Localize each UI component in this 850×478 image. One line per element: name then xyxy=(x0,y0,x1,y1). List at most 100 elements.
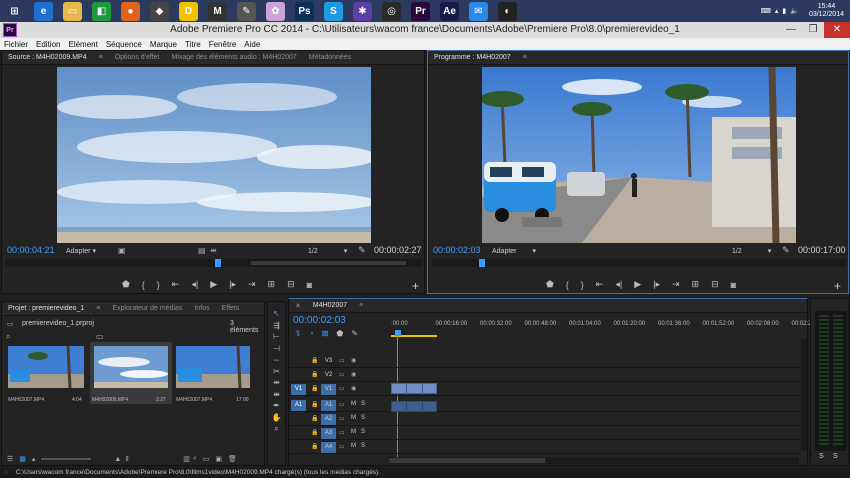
go-to-out-icon[interactable]: ⇥ xyxy=(248,279,256,290)
video-track-label[interactable]: V1 xyxy=(321,384,336,395)
rolling-edit-tool-icon[interactable]: ⊣ xyxy=(273,343,280,355)
close-icon[interactable]: ✕ xyxy=(824,22,850,38)
source-patch-video[interactable]: V1 xyxy=(291,384,306,395)
source-time-ruler[interactable] xyxy=(6,259,422,267)
go-to-out-icon[interactable]: ⇥ xyxy=(672,279,680,290)
add-marker-icon[interactable]: ⬟ xyxy=(336,329,343,339)
audio-track-label[interactable]: A1 xyxy=(321,400,336,411)
keyboard-icon[interactable]: ⌨ xyxy=(761,7,771,15)
lock-icon[interactable]: 🔒 xyxy=(311,443,318,450)
thumbnail-zoom-slider[interactable] xyxy=(41,458,92,460)
slide-tool-icon[interactable]: ⇼ xyxy=(273,389,280,401)
start-icon[interactable]: ⊞ xyxy=(5,1,24,21)
lock-icon[interactable]: 🔒 xyxy=(311,357,318,364)
camera-icon[interactable]: ◙ xyxy=(307,280,312,290)
step-forward-icon[interactable]: |▸ xyxy=(229,279,236,290)
ripple-edit-tool-icon[interactable]: ⊢ xyxy=(273,331,280,343)
source-tabs-tab-1[interactable]: Options d'effet xyxy=(109,54,166,61)
panel-menu-icon[interactable]: ≡ xyxy=(90,305,106,312)
clip-thumbnail-3[interactable] xyxy=(176,345,252,402)
video-track-label[interactable]: V2 xyxy=(321,370,336,381)
find-icon[interactable]: ⌕ xyxy=(193,455,197,463)
linked-selection-icon[interactable]: ⊠ xyxy=(322,329,329,339)
project-tabs-tab-0[interactable]: Projet : premierevideo_1 xyxy=(2,305,90,312)
mute-button[interactable]: M xyxy=(351,401,356,407)
firefox-icon[interactable]: ● xyxy=(121,1,140,21)
mail-icon[interactable]: ✉ xyxy=(469,1,488,21)
lock-icon[interactable]: 🔒 xyxy=(311,371,318,378)
photoshop-icon[interactable]: Ps xyxy=(295,1,314,21)
add-marker-icon[interactable]: ⬟ xyxy=(122,279,130,290)
clock[interactable]: 15:44 03/12/2014 xyxy=(809,3,844,19)
sort-icon[interactable]: ⇕ xyxy=(124,455,130,463)
audio-track-label[interactable]: A2 xyxy=(321,414,336,425)
pen-icon[interactable]: ✎ xyxy=(237,1,256,21)
tray-expand-icon[interactable]: ▴ xyxy=(775,7,779,15)
timeline-tab-close-icon[interactable]: ✕ xyxy=(289,302,307,310)
timeline-settings-icon[interactable]: ✎ xyxy=(351,329,358,339)
track-select-tool-icon[interactable]: ⇶ xyxy=(273,320,280,332)
aftereffects-icon[interactable]: Ae xyxy=(440,1,459,21)
icon-view-icon[interactable]: ▦ xyxy=(19,455,26,463)
panel-menu-icon[interactable]: ≡ xyxy=(517,54,533,61)
program-wrench-icon[interactable]: ✎ xyxy=(782,245,790,256)
sticky-icon[interactable]: D xyxy=(179,1,198,21)
minimize-icon[interactable]: — xyxy=(780,22,802,38)
camera-icon[interactable]: ◙ xyxy=(731,280,736,290)
eye-icon[interactable]: ◉ xyxy=(351,385,356,392)
source-export-frame-icon[interactable]: ▤ xyxy=(198,246,206,255)
step-back-icon[interactable]: ◂| xyxy=(191,279,198,290)
zoom-tool-icon[interactable]: ⌕ xyxy=(274,423,278,435)
solo-button[interactable]: S xyxy=(361,415,365,421)
list-view-icon[interactable]: ☰ xyxy=(7,455,13,463)
timeline-playhead-handle[interactable] xyxy=(395,330,401,336)
mark-in-icon[interactable]: { xyxy=(142,280,145,290)
play-icon[interactable]: ▶ xyxy=(634,279,641,290)
selection-tool-icon[interactable]: ↖ xyxy=(273,308,280,320)
source-tabs-tab-2[interactable]: Mixage des éléments audio : M4H02007 xyxy=(166,54,303,61)
project-tabs-tab-1[interactable]: Explorateur de médias xyxy=(106,305,188,312)
go-to-in-icon[interactable]: ⇤ xyxy=(172,279,180,290)
menu-item-4[interactable]: Marque xyxy=(146,40,181,49)
wacom-icon[interactable]: ◆ xyxy=(150,1,169,21)
lift-icon[interactable]: ⊞ xyxy=(692,279,700,290)
source-current-timecode[interactable]: 00:00:04:21 xyxy=(7,245,55,255)
skype-icon[interactable]: S xyxy=(324,1,343,21)
bin-icon[interactable]: ▭ xyxy=(203,455,210,463)
lock-icon[interactable]: 🔒 xyxy=(311,429,318,436)
mute-button[interactable]: M xyxy=(351,415,356,421)
panel-menu-icon[interactable]: ≡ xyxy=(93,54,109,61)
meter-solo-right[interactable]: S xyxy=(833,453,838,460)
mark-out-icon[interactable]: } xyxy=(157,280,160,290)
slip-tool-icon[interactable]: ⇹ xyxy=(273,377,280,389)
insert-nest-icon[interactable]: ⥮ xyxy=(295,329,301,339)
timeline-vertical-scrollbar[interactable] xyxy=(801,339,807,451)
play-icon[interactable]: ▶ xyxy=(210,279,217,290)
sync-lock-icon[interactable]: ▭ xyxy=(339,415,345,422)
hand-tool-icon[interactable]: ✋ xyxy=(272,412,282,424)
source-wrench-icon[interactable]: ✎ xyxy=(358,245,366,256)
menu-item-6[interactable]: Fenêtre xyxy=(205,40,241,49)
source-tabs-tab-3[interactable]: Métadonnées xyxy=(303,54,357,61)
step-forward-icon[interactable]: |▸ xyxy=(653,279,660,290)
premiere-icon[interactable]: Pr xyxy=(411,1,430,21)
automate-icon[interactable]: ▥ xyxy=(183,455,190,463)
source-tabs-tab-0[interactable]: Source : M4H02009.MP4 xyxy=(2,54,93,61)
sync-lock-icon[interactable]: ▭ xyxy=(339,429,345,436)
snap-icon[interactable]: ◔ xyxy=(309,329,314,339)
menu-item-1[interactable]: Edition xyxy=(32,40,64,49)
video-track-label[interactable]: V3 xyxy=(321,356,336,367)
audio-track-label[interactable]: A4 xyxy=(321,442,336,453)
go-to-in-icon[interactable]: ⇤ xyxy=(596,279,604,290)
menu-item-5[interactable]: Titre xyxy=(181,40,205,49)
source-playhead[interactable] xyxy=(215,259,222,267)
volume-icon[interactable]: 🔈 xyxy=(790,7,799,15)
clip-thumbnail-2[interactable] xyxy=(90,342,172,404)
insert-icon[interactable]: ⊞ xyxy=(268,279,276,290)
menu-item-3[interactable]: Séquence xyxy=(102,40,146,49)
new-bin-icon[interactable]: ▭ xyxy=(96,332,104,341)
source-settings-icon[interactable]: ▣ xyxy=(118,246,126,255)
extract-icon[interactable]: ⊟ xyxy=(711,279,719,290)
video-clip-v1[interactable] xyxy=(391,383,437,395)
pen-tool-icon[interactable]: ✒ xyxy=(273,400,280,412)
